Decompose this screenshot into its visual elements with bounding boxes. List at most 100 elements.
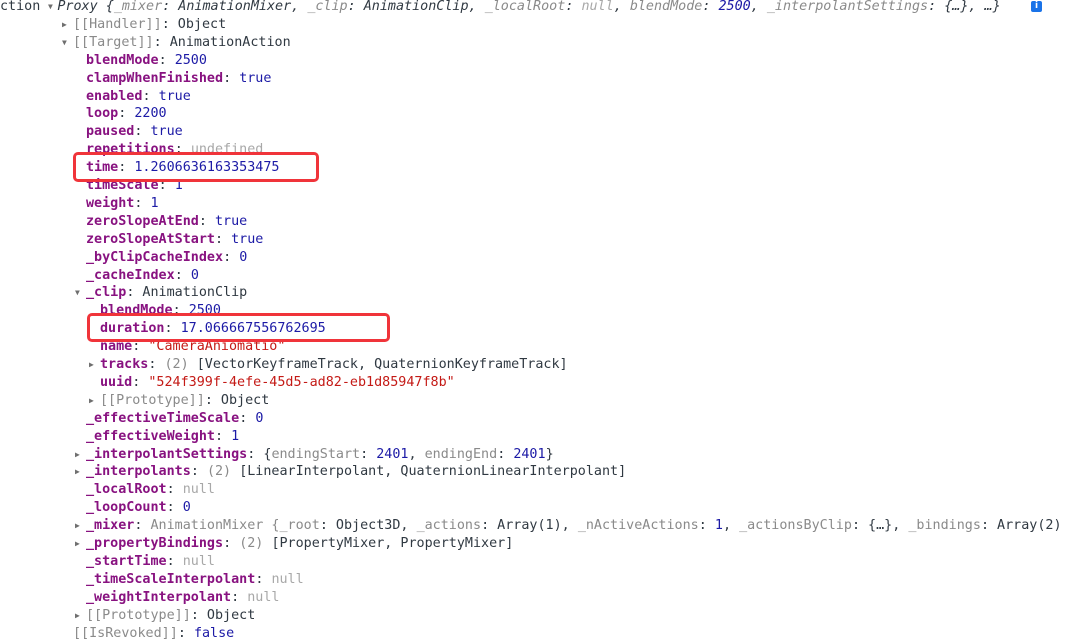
property-value: :: [134, 124, 151, 140]
info-icon[interactable]: i: [1031, 1, 1042, 12]
property-value: }: [545, 446, 554, 462]
property-value: "524f399f-4efe-45d5-ad82-eb1d85947f8b": [148, 374, 455, 390]
property-value: null: [182, 482, 215, 498]
tree-node-expandable[interactable]: ▼ [[Target]]: AnimationAction: [62, 34, 291, 52]
property-key: _localRoot: [86, 482, 167, 498]
property-value: true: [158, 88, 191, 104]
tree-node-expandable[interactable]: ▶ tracks: (2) [VectorKeyframeTrack, Quate…: [89, 356, 568, 374]
property-value: 1: [150, 195, 159, 211]
property-key: _startTime: [86, 553, 167, 569]
property-value: :: [166, 500, 183, 516]
property-value: :: [223, 70, 240, 86]
expand-triangle-right-icon[interactable]: ▶: [75, 607, 85, 625]
property-value: : Array(2): [980, 518, 1062, 534]
property-value: :: [118, 106, 135, 122]
tree-node-property: weight: 1: [86, 195, 159, 213]
property-value: _root: [279, 518, 320, 534]
expand-triangle-right-icon[interactable]: ▶: [75, 446, 85, 464]
property-value: :: [223, 249, 240, 265]
tree-node-expandable[interactable]: ▶ [[Prototype]]: Object: [89, 392, 269, 410]
property-value: :: [215, 231, 232, 247]
property-value: :: [231, 589, 248, 605]
tree-node-property: _localRoot: null: [86, 481, 215, 499]
tree-node-property: _byClipCacheIndex: 0: [86, 249, 247, 267]
expand-triangle-down-icon[interactable]: ▼: [75, 284, 85, 302]
property-key: [[Target]]: [73, 34, 154, 50]
tree-node-property: clampWhenFinished: true: [86, 70, 271, 88]
property-value: (2): [239, 536, 272, 551]
property-value: : {: [247, 446, 272, 462]
property-value: _actions: [416, 518, 482, 534]
property-key: zeroSlopeAtStart: [86, 231, 215, 247]
property-value: _bindings: [908, 518, 981, 534]
tree-node-property: paused: true: [86, 123, 183, 141]
property-key: _effectiveTimeScale: [86, 410, 240, 426]
property-value: :: [215, 428, 232, 444]
tree-node-expandable[interactable]: ▶ _interpolants: (2) [LinearInterpolant, …: [75, 463, 626, 481]
tree-node-property: zeroSlopeAtEnd: true: [86, 213, 247, 231]
tree-node-expandable[interactable]: ▶ [[Handler]]: Object: [62, 16, 227, 34]
tree-node-property: repetitions: undefined: [86, 141, 263, 159]
property-key: _mixer: [86, 518, 135, 534]
property-value: Proxy {: [57, 0, 114, 14]
property-value: blendMode: [629, 0, 703, 14]
tree-node-expandable[interactable]: ▶ _mixer: AnimationMixer {_root: Object3D…: [75, 517, 1062, 535]
property-key: _byClipCacheIndex: [86, 249, 224, 265]
property-value: :: [142, 88, 159, 104]
property-value: null: [247, 589, 280, 605]
property-value: :: [190, 464, 207, 480]
property-value: :: [565, 0, 582, 14]
property-value: ,: [408, 446, 425, 462]
property-key: time: [86, 160, 119, 176]
property-key: [[Prototype]]: [86, 607, 191, 623]
property-value: :: [166, 482, 183, 498]
expand-triangle-right-icon[interactable]: ▶: [62, 16, 72, 34]
property-key: _interpolants: [86, 464, 191, 480]
property-value: :: [702, 0, 719, 14]
property-value: : Object: [161, 16, 227, 32]
property-key: weight: [86, 195, 135, 211]
property-value: : AnimationAction: [153, 34, 291, 50]
tree-node-property: _startTime: null: [86, 553, 215, 571]
property-value: 0: [182, 500, 191, 516]
property-value: 17.066667556762695: [180, 321, 326, 337]
tree-node-expandable[interactable]: ▶ [[Prototype]]: Object: [75, 607, 255, 625]
expand-triangle-right-icon[interactable]: ▶: [89, 356, 99, 374]
expand-triangle-right-icon[interactable]: ▶: [75, 517, 85, 535]
property-value: :: [198, 213, 215, 229]
tree-node-expandable[interactable]: ▼ ction Proxy {_mixer: AnimationMixer, _c…: [0, 0, 1001, 16]
property-key: name: [100, 339, 133, 355]
tree-node-property: time: 1.2606636163353475: [86, 159, 280, 177]
property-key: loop: [86, 106, 119, 122]
property-value: 1: [714, 518, 723, 534]
property-value: 0: [255, 410, 264, 426]
tree-node-expandable[interactable]: ▶ _interpolantSettings: {endingStart: 240…: [75, 446, 554, 464]
tree-node-property: _loopCount: 0: [86, 499, 191, 517]
tree-node-property: blendMode: 2500: [100, 302, 221, 320]
property-value: _clip: [307, 0, 348, 14]
property-value: : Object3D,: [319, 518, 417, 534]
property-key: tracks: [100, 357, 149, 372]
tree-node-property: _timeScaleInterpolant: null: [86, 571, 304, 589]
tree-node-expandable[interactable]: ▼ _clip: AnimationClip: [75, 284, 247, 302]
property-value: :: [223, 536, 240, 551]
property-value: :: [158, 178, 175, 193]
property-value: endingEnd: [424, 446, 498, 462]
property-key: uuid: [100, 374, 133, 390]
property-value: :: [360, 446, 377, 462]
property-key: repetitions: [86, 142, 175, 158]
expand-triangle-down-icon[interactable]: ▼: [62, 34, 72, 52]
property-value: ction: [0, 0, 49, 14]
property-value: _interpolantSettings: [766, 0, 929, 14]
expand-triangle-right-icon[interactable]: ▶: [75, 463, 85, 481]
tree-node-property: zeroSlopeAtStart: true: [86, 231, 263, 249]
property-value: : AnimationMixer,: [162, 0, 308, 14]
tree-node-expandable[interactable]: ▶ _propertyBindings: (2) [PropertyMixer, …: [75, 535, 514, 553]
property-value: [PropertyMixer, PropertyMixer]: [271, 536, 514, 551]
property-value: 1: [174, 178, 183, 193]
expand-triangle-right-icon[interactable]: ▶: [89, 392, 99, 410]
expand-triangle-right-icon[interactable]: ▶: [75, 535, 85, 553]
property-key: _propertyBindings: [86, 536, 224, 551]
property-value: undefined: [190, 142, 264, 158]
expand-triangle-down-icon[interactable]: ▼: [48, 0, 58, 16]
